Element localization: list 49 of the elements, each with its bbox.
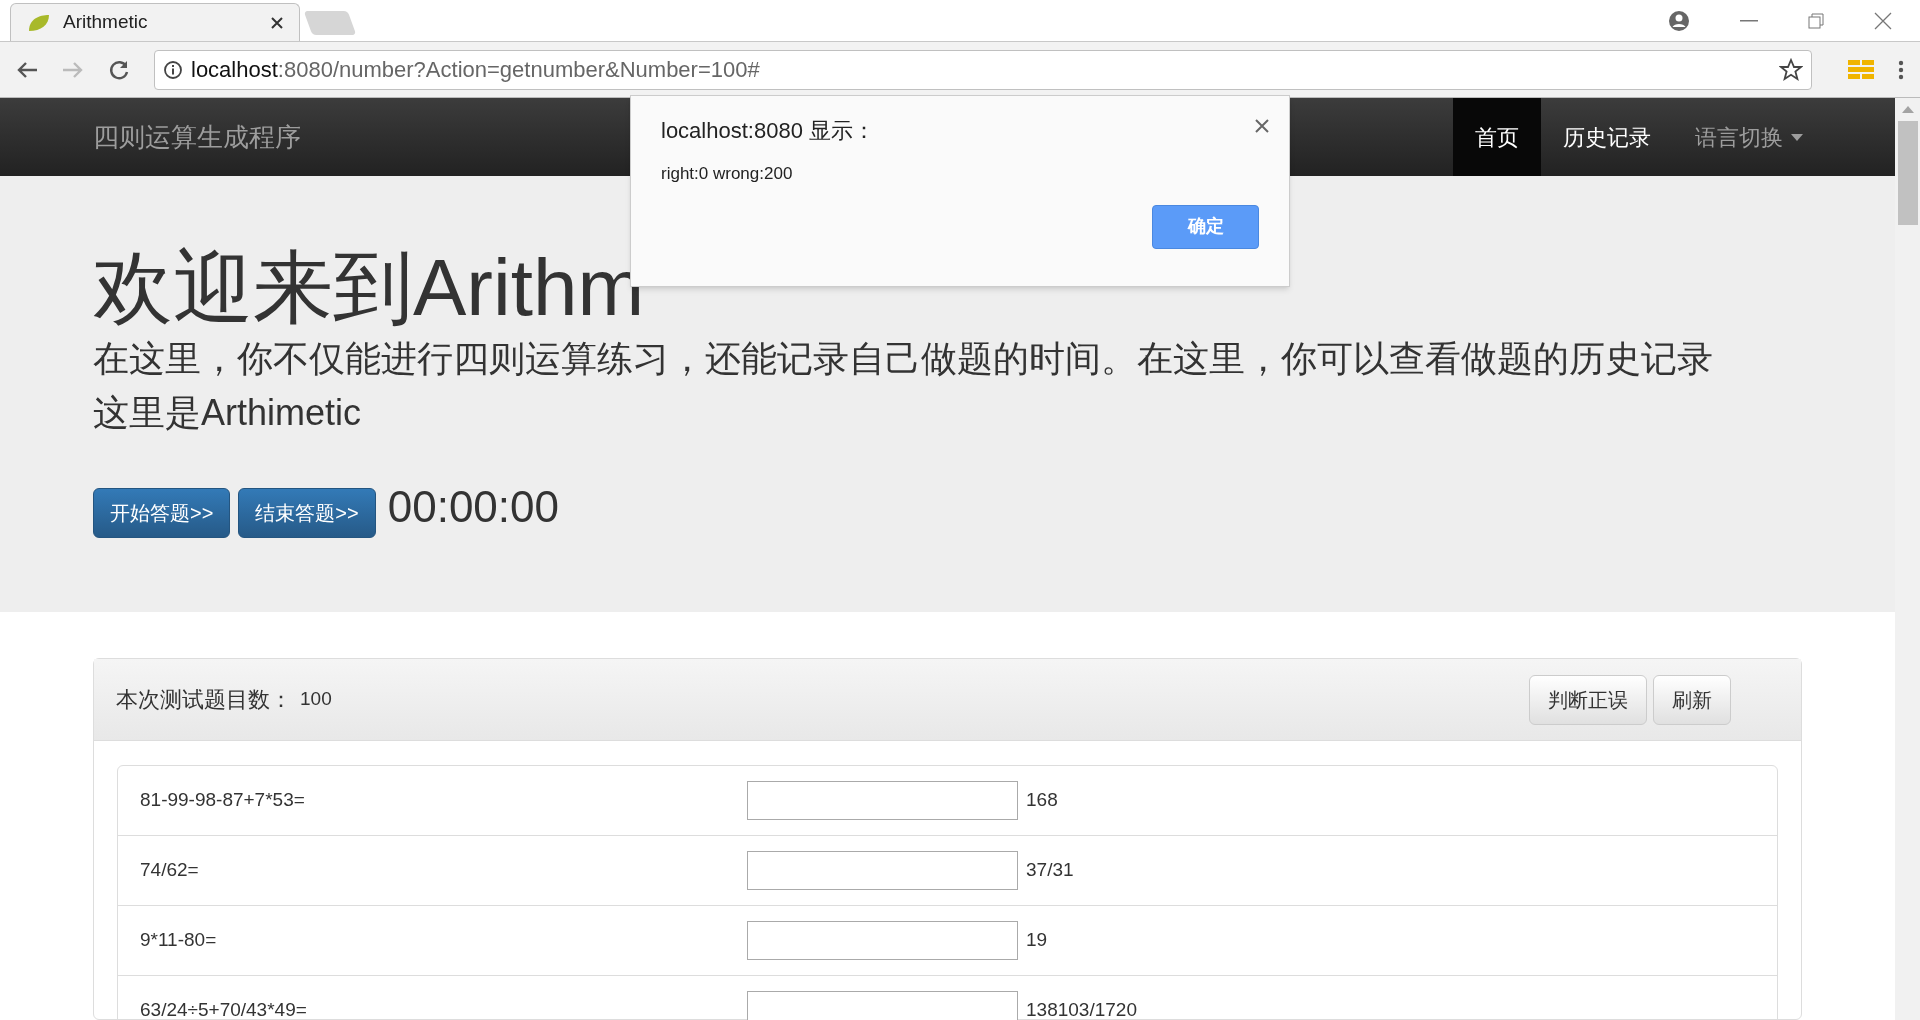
hero-text: 在这里，你不仅能进行四则运算练习，还能记录自己做题的时间。在这里，你可以查看做题的历史记录 <box>93 337 1714 381</box>
brand-title: 四则运算生成程序 <box>93 120 301 154</box>
primary-button[interactable]: 开始答题>> <box>93 488 231 538</box>
dialog-title: localhost:8080 显示： <box>661 117 876 145</box>
forward-arrow-icon[interactable] <box>62 60 84 79</box>
close-icon[interactable] <box>271 16 283 29</box>
scroll-up-icon[interactable] <box>1901 106 1914 113</box>
answer-text: 37/31 <box>1026 858 1074 883</box>
question-text: 9*11-80= <box>140 928 218 953</box>
menu-icon[interactable] <box>1898 59 1904 80</box>
hero-text: 这里是Arthimetic <box>93 391 363 435</box>
scroll-thumb[interactable] <box>1897 121 1918 225</box>
answer-field[interactable] <box>747 921 1018 960</box>
tab-title: Arithmetic <box>63 10 149 35</box>
minimize-icon[interactable] <box>1740 19 1758 22</box>
primary-button[interactable]: 结束答题>> <box>238 488 376 538</box>
info-icon <box>163 59 183 80</box>
answer-field[interactable] <box>747 991 1018 1020</box>
star-icon[interactable] <box>1779 57 1803 82</box>
answer-field[interactable] <box>747 851 1018 890</box>
answer-field[interactable] <box>747 781 1018 820</box>
reload-icon[interactable] <box>108 58 130 81</box>
nav-item[interactable]: 首页 <box>1453 98 1541 176</box>
leaf-icon <box>27 12 51 33</box>
address-bar[interactable]: localhost:8080/number?Action=getnumber&Number=100# <box>154 49 1812 90</box>
extension-icon[interactable] <box>1848 59 1874 80</box>
dialog-message: right:0 wrong:200 <box>661 163 794 185</box>
hero-title: 欢迎来到Arithm <box>93 244 646 332</box>
url-text: localhost:8080/number?Action=getnumber&Number=100# <box>191 56 761 84</box>
new-tab-button[interactable] <box>303 11 357 35</box>
caret-icon <box>1791 133 1803 141</box>
close-icon[interactable] <box>1255 119 1269 133</box>
browser-tab[interactable]: Arithmetic <box>10 3 300 41</box>
answer-text: 168 <box>1026 788 1058 813</box>
nav-item[interactable]: 历史记录 <box>1541 98 1673 176</box>
count-value: 100 <box>300 687 333 712</box>
question-text: 63/24÷5+70/43*49= <box>140 998 308 1020</box>
profile-icon[interactable] <box>1668 9 1690 32</box>
question-text: 81-99-98-87+7*53= <box>140 788 306 813</box>
timer: 00:00:00 <box>387 481 559 533</box>
back-arrow-icon[interactable] <box>16 60 38 79</box>
nav-item[interactable]: 语言切换 <box>1673 98 1825 176</box>
panel-button[interactable]: 刷新 <box>1653 674 1731 725</box>
restore-icon[interactable] <box>1808 12 1824 29</box>
count-label: 本次测试题目数： <box>116 686 292 714</box>
question-text: 74/62= <box>140 858 200 883</box>
answer-text: 19 <box>1026 928 1048 953</box>
panel-button[interactable]: 判断正误 <box>1529 674 1647 725</box>
answer-text: 138103/1720 <box>1026 998 1137 1020</box>
